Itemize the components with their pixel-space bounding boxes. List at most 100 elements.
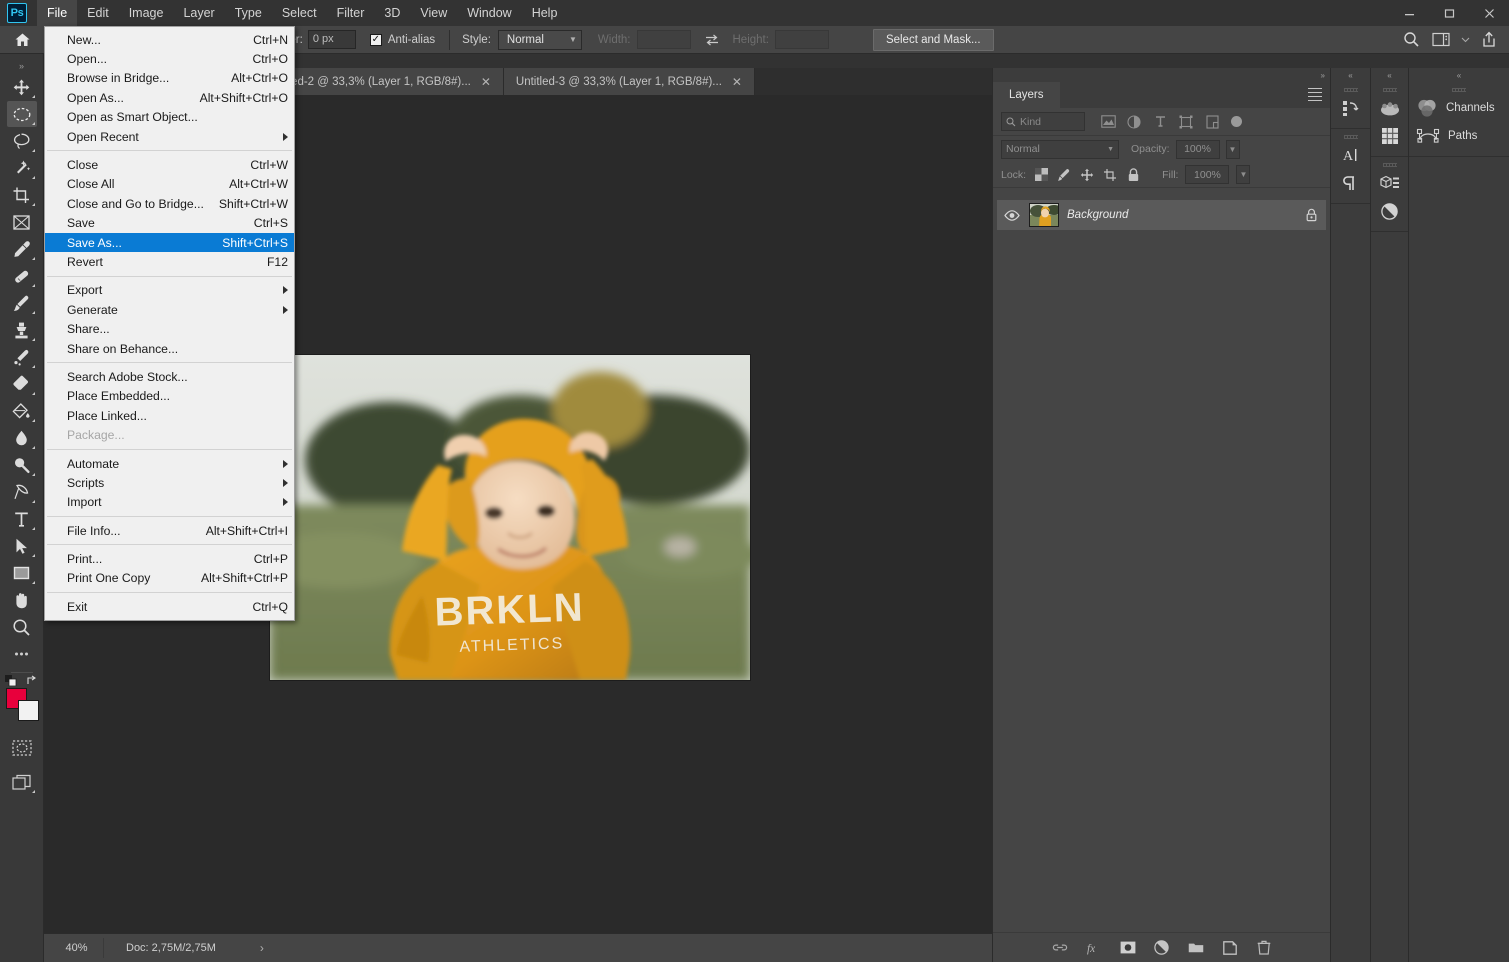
height-input[interactable] [775, 30, 829, 49]
swatches-icon[interactable] [1371, 94, 1408, 122]
new-layer-icon[interactable] [1222, 940, 1238, 956]
menu-item-close[interactable]: Close Ctrl+W [45, 155, 294, 174]
menu-item-scripts[interactable]: Scripts [45, 473, 294, 492]
quick-mask-icon[interactable] [7, 735, 37, 761]
menu-item-open-as[interactable]: Open As... Alt+Shift+Ctrl+O [45, 88, 294, 107]
lock-position-icon[interactable] [1079, 167, 1095, 183]
menu-view[interactable]: View [410, 0, 457, 26]
select-and-mask-button[interactable]: Select and Mask... [873, 29, 994, 51]
history-icon[interactable] [1331, 94, 1370, 122]
menu-item-save[interactable]: Save Ctrl+S [45, 214, 294, 233]
panel-collapse-icon[interactable]: » [993, 68, 1330, 82]
dock-item-channels[interactable]: Channels [1409, 94, 1509, 122]
width-input[interactable] [637, 30, 691, 49]
new-group-icon[interactable] [1188, 940, 1204, 956]
workspace-icon[interactable] [1427, 28, 1455, 52]
menu-item-share[interactable]: Share... [45, 319, 294, 338]
menu-item-share-on-behance[interactable]: Share on Behance... [45, 339, 294, 358]
clone-stamp-tool[interactable] [7, 317, 37, 343]
status-expand-chevron-right-icon[interactable]: › [260, 941, 264, 955]
menu-type[interactable]: Type [225, 0, 272, 26]
layer-visibility-eye-icon[interactable] [1003, 210, 1021, 221]
dock-b-collapse-icon[interactable]: « [1371, 68, 1408, 82]
crop-tool[interactable] [7, 182, 37, 208]
elliptical-marquee-tool[interactable] [7, 101, 37, 127]
screen-mode-icon[interactable] [7, 769, 37, 795]
zoom-level-input[interactable]: 40% [50, 938, 104, 958]
menu-item-place-embedded[interactable]: Place Embedded... [45, 387, 294, 406]
opacity-input[interactable]: 100% [1176, 140, 1220, 159]
menu-item-open-as-smart-object[interactable]: Open as Smart Object... [45, 108, 294, 127]
layer-name[interactable]: Background [1067, 209, 1294, 221]
dock-item-paths[interactable]: Paths [1409, 122, 1509, 150]
menu-item-place-linked[interactable]: Place Linked... [45, 406, 294, 425]
menu-item-new[interactable]: New... Ctrl+N [45, 30, 294, 49]
zoom-tool[interactable] [7, 614, 37, 640]
menu-file[interactable]: File [37, 0, 77, 26]
lock-all-icon[interactable] [1125, 167, 1141, 183]
lasso-tool[interactable] [7, 128, 37, 154]
document-tab[interactable]: Untitled-3 @ 33,3% (Layer 1, RGB/8#)... … [504, 68, 755, 95]
menu-item-close-all[interactable]: Close All Alt+Ctrl+W [45, 175, 294, 194]
menu-item-file-info[interactable]: File Info... Alt+Shift+Ctrl+I [45, 521, 294, 540]
menu-filter[interactable]: Filter [327, 0, 375, 26]
paragraph-icon[interactable] [1331, 169, 1370, 197]
fill-input[interactable]: 100% [1185, 165, 1229, 184]
menu-help[interactable]: Help [522, 0, 568, 26]
dock-grip[interactable] [1371, 86, 1408, 94]
gradient-tool[interactable] [7, 398, 37, 424]
workspace-chevron-down-icon[interactable] [1457, 28, 1473, 52]
fill-stepper-icon[interactable]: ▼ [1236, 165, 1250, 184]
hand-tool[interactable] [7, 587, 37, 613]
dock-grip[interactable] [1371, 161, 1408, 169]
feather-input[interactable]: 0 px [308, 30, 356, 49]
menu-item-exit[interactable]: Exit Ctrl+Q [45, 597, 294, 616]
delete-layer-icon[interactable] [1256, 940, 1272, 956]
brush-tool[interactable] [7, 290, 37, 316]
menu-item-print[interactable]: Print... Ctrl+P [45, 549, 294, 568]
menu-item-export[interactable]: Export [45, 281, 294, 300]
menu-item-open-recent[interactable]: Open Recent [45, 127, 294, 146]
new-adjustment-layer-icon[interactable] [1154, 940, 1170, 956]
blur-tool[interactable] [7, 425, 37, 451]
antialias-checkbox[interactable]: ✓ [370, 34, 382, 46]
dodge-tool[interactable] [7, 452, 37, 478]
layer-style-fx-icon[interactable]: fx [1086, 940, 1102, 956]
link-layers-icon[interactable] [1052, 940, 1068, 956]
color-grid-icon[interactable] [1371, 122, 1408, 150]
tab-layers[interactable]: Layers [993, 82, 1060, 108]
menu-item-automate[interactable]: Automate [45, 454, 294, 473]
close-button[interactable] [1469, 0, 1509, 26]
pen-tool[interactable] [7, 479, 37, 505]
style-select[interactable]: Normal ▼ [498, 30, 582, 50]
menu-item-import[interactable]: Import [45, 493, 294, 512]
dock-grip[interactable] [1331, 133, 1370, 141]
filter-type-layers-icon[interactable] [1151, 113, 1169, 131]
close-icon[interactable]: ✕ [481, 76, 491, 88]
toolbar-collapse-icon[interactable]: » [0, 58, 43, 74]
share-icon[interactable] [1475, 28, 1503, 52]
swap-width-height-icon[interactable] [699, 29, 725, 51]
frame-tool[interactable] [7, 209, 37, 235]
minimize-button[interactable] [1389, 0, 1429, 26]
filter-kind-select[interactable]: Kind [1001, 112, 1085, 131]
background-color-swatch[interactable] [18, 700, 39, 721]
eyedropper-tool[interactable] [7, 236, 37, 262]
adjustments-icon[interactable] [1371, 197, 1408, 225]
menu-window[interactable]: Window [457, 0, 521, 26]
search-icon[interactable] [1397, 28, 1425, 52]
close-icon[interactable]: ✕ [732, 76, 742, 88]
filter-shape-layers-icon[interactable] [1177, 113, 1195, 131]
filter-smart-objects-icon[interactable] [1203, 113, 1221, 131]
filter-adjustment-layers-icon[interactable] [1125, 113, 1143, 131]
move-tool[interactable] [7, 74, 37, 100]
menu-item-search-adobe-stock[interactable]: Search Adobe Stock... [45, 367, 294, 386]
menu-3d[interactable]: 3D [374, 0, 410, 26]
history-brush-tool[interactable] [7, 344, 37, 370]
menu-item-open[interactable]: Open... Ctrl+O [45, 49, 294, 68]
menu-edit[interactable]: Edit [77, 0, 119, 26]
character-icon[interactable]: A [1331, 141, 1370, 169]
add-layer-mask-icon[interactable] [1120, 940, 1136, 956]
dock-a-collapse-icon[interactable]: « [1331, 68, 1370, 82]
menu-image[interactable]: Image [119, 0, 174, 26]
